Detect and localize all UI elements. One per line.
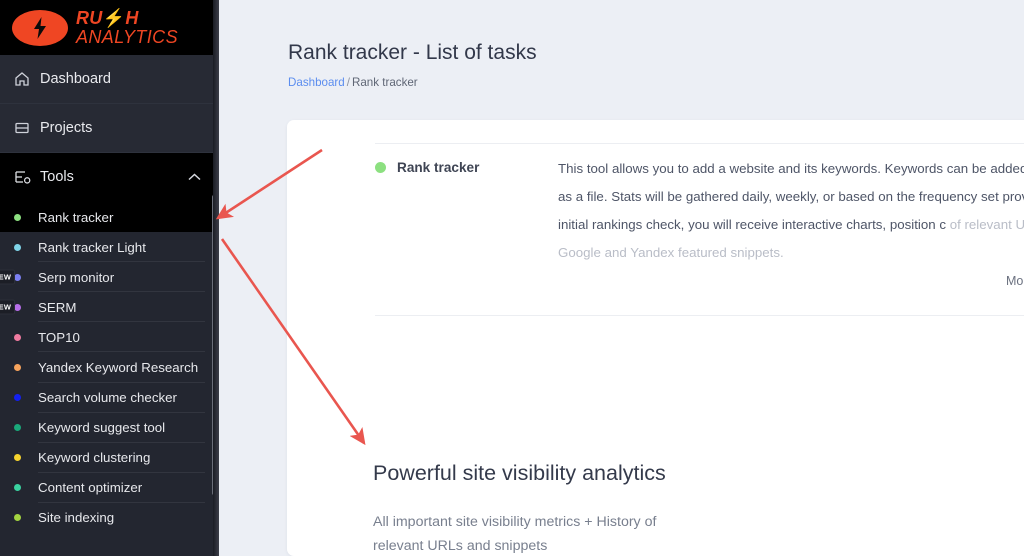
tool-name-label: Rank tracker	[397, 160, 480, 175]
logo-eye-icon	[12, 9, 68, 46]
logo-line1-pre: RU	[76, 8, 103, 29]
sidebar-item-dashboard-label: Dashboard	[40, 71, 111, 87]
breadcrumb-separator: /	[346, 76, 350, 89]
sidebar-item-label: Site indexing	[38, 510, 115, 526]
sidebar-item-site-indexing[interactable]: Site indexing	[0, 503, 219, 528]
layers-icon	[14, 120, 40, 136]
breadcrumb-dashboard-link[interactable]: Dashboard	[288, 76, 345, 89]
sidebar-item-yandex-keyword-research[interactable]: Yandex Keyword Research	[0, 352, 219, 383]
brand-logo[interactable]: RU⚡H ANALYTICS	[0, 0, 219, 55]
sidebar-item-label: TOP10	[38, 329, 80, 345]
tool-name-block: Rank tracker	[375, 160, 479, 175]
sidebar-item-rank-tracker[interactable]: Rank tracker	[0, 202, 219, 233]
tool-color-dot	[14, 394, 21, 402]
tool-color-dot	[14, 273, 21, 281]
sidebar-item-projects[interactable]: Projects	[0, 104, 219, 153]
main-content: Rank tracker - List of tasks Dashboard / R…	[219, 0, 1024, 556]
sidebar-item-label: Serp monitor	[38, 269, 115, 285]
tools-submenu-list[interactable]: Rank tracker Rank tracker Light NEW Serp mo…	[0, 202, 219, 528]
card-divider-top	[375, 143, 1024, 144]
tool-color-dot	[14, 333, 21, 341]
tools-gear-icon	[14, 169, 40, 185]
tool-color-dot	[14, 454, 21, 462]
sidebar-item-projects-label: Projects	[40, 120, 93, 136]
tool-color-dot	[14, 303, 21, 311]
sidebar-item-rank-tracker-light[interactable]: Rank tracker Light	[0, 232, 219, 263]
page-title: Rank tracker - List of tasks	[288, 41, 537, 64]
tool-color-dot	[14, 424, 21, 432]
logo-line1-post: H	[125, 8, 139, 29]
sidebar-edge-shadow	[213, 0, 219, 556]
logo-wordmark: RU⚡H ANALYTICS	[76, 9, 178, 46]
sidebar-item-label: Rank tracker	[38, 209, 114, 225]
tool-color-dot	[14, 243, 21, 251]
tool-color-dot	[14, 364, 21, 372]
sidebar-item-label: Rank tracker Light	[38, 239, 146, 255]
sidebar-item-top10[interactable]: TOP10	[0, 322, 219, 353]
chevron-up-icon[interactable]	[188, 169, 201, 185]
tool-color-dot	[14, 484, 21, 492]
logo-bolt-icon	[33, 16, 47, 39]
new-badge: NEW	[0, 299, 16, 315]
sidebar-item-label: Keyword clustering	[38, 450, 151, 466]
promo-subtitle: All important site visibility metrics + …	[373, 514, 657, 554]
app-root: RU⚡H ANALYTICS Dashboard Projects Tools …	[0, 0, 1024, 556]
sidebar-item-serp-monitor[interactable]: NEW Serp monitor	[0, 262, 219, 293]
new-badge: NEW	[0, 269, 16, 285]
sidebar-item-tools[interactable]: Tools	[0, 153, 219, 202]
sidebar-item-label: Yandex Keyword Research	[38, 360, 199, 376]
sidebar-item-tools-label: Tools	[40, 169, 74, 185]
breadcrumb: Dashboard / Rank tracker	[288, 76, 418, 89]
sidebar-item-label: Content optimizer	[38, 480, 143, 496]
tool-status-dot	[375, 162, 386, 173]
sidebar-item-label: SERM	[38, 299, 77, 315]
sidebar-item-search-volume-checker[interactable]: Search volume checker	[0, 383, 219, 413]
promo-title: Powerful site visibility analytics	[373, 461, 666, 485]
sidebar-item-label: Keyword suggest tool	[38, 420, 166, 436]
logo-line2: ANALYTICS	[76, 26, 178, 47]
breadcrumb-current: Rank tracker	[351, 76, 418, 89]
card-divider-middle	[375, 315, 1024, 316]
sidebar-item-label: Search volume checker	[38, 390, 177, 406]
sidebar-item-keyword-suggest-tool[interactable]: Keyword suggest tool	[0, 413, 219, 443]
tool-color-dot	[14, 213, 21, 221]
sidebar: RU⚡H ANALYTICS Dashboard Projects Tools …	[0, 0, 219, 556]
logo-inline-bolt-icon: ⚡	[102, 8, 126, 29]
sidebar-item-keyword-clustering[interactable]: Keyword clustering	[0, 443, 219, 473]
more-link[interactable]: Mo	[1006, 274, 1023, 288]
promo-preview-illustration	[754, 450, 1024, 556]
sidebar-item-dashboard[interactable]: Dashboard	[0, 55, 219, 104]
content-card: Rank tracker This tool allows you to add…	[287, 120, 1024, 556]
tool-description: This tool allows you to add a website an…	[558, 155, 1024, 267]
sidebar-item-serm[interactable]: NEW SERM	[0, 292, 219, 323]
home-icon	[14, 71, 40, 87]
sidebar-item-content-optimizer[interactable]: Content optimizer	[0, 473, 219, 503]
tool-color-dot	[14, 514, 21, 522]
